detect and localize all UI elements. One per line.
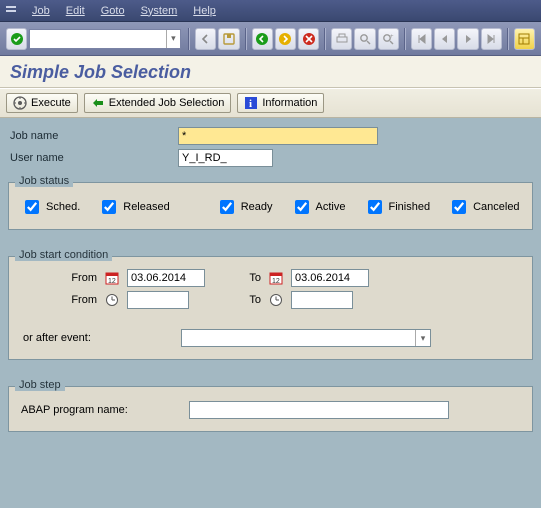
first-page-icon[interactable] <box>411 28 432 50</box>
ready-checkbox[interactable]: Ready <box>216 197 273 217</box>
title-area: Simple Job Selection <box>0 56 541 88</box>
separator <box>245 28 247 50</box>
exit-icon[interactable] <box>275 28 296 50</box>
information-button[interactable]: i Information <box>237 93 324 113</box>
menu-job[interactable]: Job <box>24 3 58 19</box>
to-time-label: To <box>227 294 267 306</box>
abap-program-label: ABAP program name: <box>21 404 181 416</box>
command-field[interactable]: ▾ <box>29 29 181 49</box>
event-dropdown-icon[interactable]: ▾ <box>415 330 430 346</box>
info-icon: i <box>244 96 258 110</box>
find-next-icon[interactable]: + <box>378 28 399 50</box>
job-name-label: Job name <box>8 130 178 142</box>
menu-system[interactable]: System <box>133 3 186 19</box>
menu-goto[interactable]: Goto <box>93 3 133 19</box>
after-event-label: or after event: <box>23 332 173 344</box>
page-title: Simple Job Selection <box>10 62 531 83</box>
separator <box>188 28 190 50</box>
from-time-label: From <box>23 294 103 306</box>
menu-help[interactable]: Help <box>185 3 224 19</box>
user-name-row: User name <box>8 148 533 168</box>
svg-text:+: + <box>390 34 394 40</box>
from-date-label: From <box>23 272 103 284</box>
clock-icon[interactable] <box>103 291 121 309</box>
to-date-input[interactable] <box>291 269 369 287</box>
job-start-condition-legend: Job start condition <box>15 249 112 261</box>
after-event-row: or after event: ▾ <box>19 329 522 347</box>
to-time-input[interactable] <box>291 291 353 309</box>
user-name-label: User name <box>8 152 178 164</box>
print-icon[interactable] <box>331 28 352 50</box>
separator <box>404 28 406 50</box>
command-input[interactable] <box>30 30 165 48</box>
menu-edit[interactable]: Edit <box>58 3 93 19</box>
application-toolbar: Execute Extended Job Selection i Informa… <box>0 88 541 118</box>
active-checkbox[interactable]: Active <box>291 197 346 217</box>
separator <box>507 28 509 50</box>
job-start-condition-group: Job start condition From 12 To 12 From T… <box>8 256 533 360</box>
job-name-row: Job name <box>8 126 533 146</box>
menu-bar: Job Edit Goto System Help <box>0 0 541 22</box>
next-page-icon[interactable] <box>457 28 478 50</box>
cancel-icon[interactable] <box>298 28 319 50</box>
canceled-checkbox[interactable]: Canceled <box>448 197 519 217</box>
command-dropdown-icon[interactable]: ▾ <box>166 30 180 48</box>
svg-text:i: i <box>249 98 252 110</box>
job-status-group: Job status Sched. Released Ready Active … <box>8 182 533 230</box>
find-icon[interactable] <box>354 28 375 50</box>
released-checkbox[interactable]: Released <box>98 197 169 217</box>
execute-icon <box>13 96 27 110</box>
job-step-group: Job step ABAP program name: <box>8 386 533 432</box>
calendar-icon[interactable]: 12 <box>103 269 121 287</box>
sched-checkbox[interactable]: Sched. <box>21 197 80 217</box>
abap-program-input[interactable] <box>189 401 449 419</box>
window-menu-icon[interactable] <box>4 4 18 18</box>
job-name-input[interactable] <box>178 127 378 145</box>
last-page-icon[interactable] <box>481 28 502 50</box>
user-name-input[interactable] <box>178 149 273 167</box>
prev-page-icon[interactable] <box>434 28 455 50</box>
extended-icon <box>91 96 105 110</box>
extended-label: Extended Job Selection <box>109 97 225 109</box>
toolbar: ▾ + <box>0 22 541 56</box>
separator <box>324 28 326 50</box>
info-label: Information <box>262 97 317 109</box>
calendar-icon[interactable]: 12 <box>267 269 285 287</box>
save-icon[interactable] <box>218 28 239 50</box>
execute-button[interactable]: Execute <box>6 93 78 113</box>
back-icon[interactable] <box>252 28 273 50</box>
status-row: Sched. Released Ready Active Finished Ca… <box>19 193 522 217</box>
job-step-legend: Job step <box>15 379 65 391</box>
enter-button[interactable] <box>6 28 27 50</box>
content-area: Job name User name Job status Sched. Rel… <box>0 118 541 508</box>
back-local-icon[interactable] <box>195 28 216 50</box>
event-input[interactable] <box>182 330 415 346</box>
to-date-label: To <box>227 272 267 284</box>
layout-menu-icon[interactable] <box>514 28 535 50</box>
svg-text:12: 12 <box>272 278 280 285</box>
abap-row: ABAP program name: <box>19 397 522 419</box>
event-input-wrapper[interactable]: ▾ <box>181 329 431 347</box>
svg-text:12: 12 <box>108 278 116 285</box>
finished-checkbox[interactable]: Finished <box>364 197 431 217</box>
execute-label: Execute <box>31 97 71 109</box>
extended-selection-button[interactable]: Extended Job Selection <box>84 93 232 113</box>
clock-icon[interactable] <box>267 291 285 309</box>
from-date-input[interactable] <box>127 269 205 287</box>
condition-grid: From 12 To 12 From To <box>19 267 522 311</box>
job-status-legend: Job status <box>15 175 73 187</box>
from-time-input[interactable] <box>127 291 189 309</box>
